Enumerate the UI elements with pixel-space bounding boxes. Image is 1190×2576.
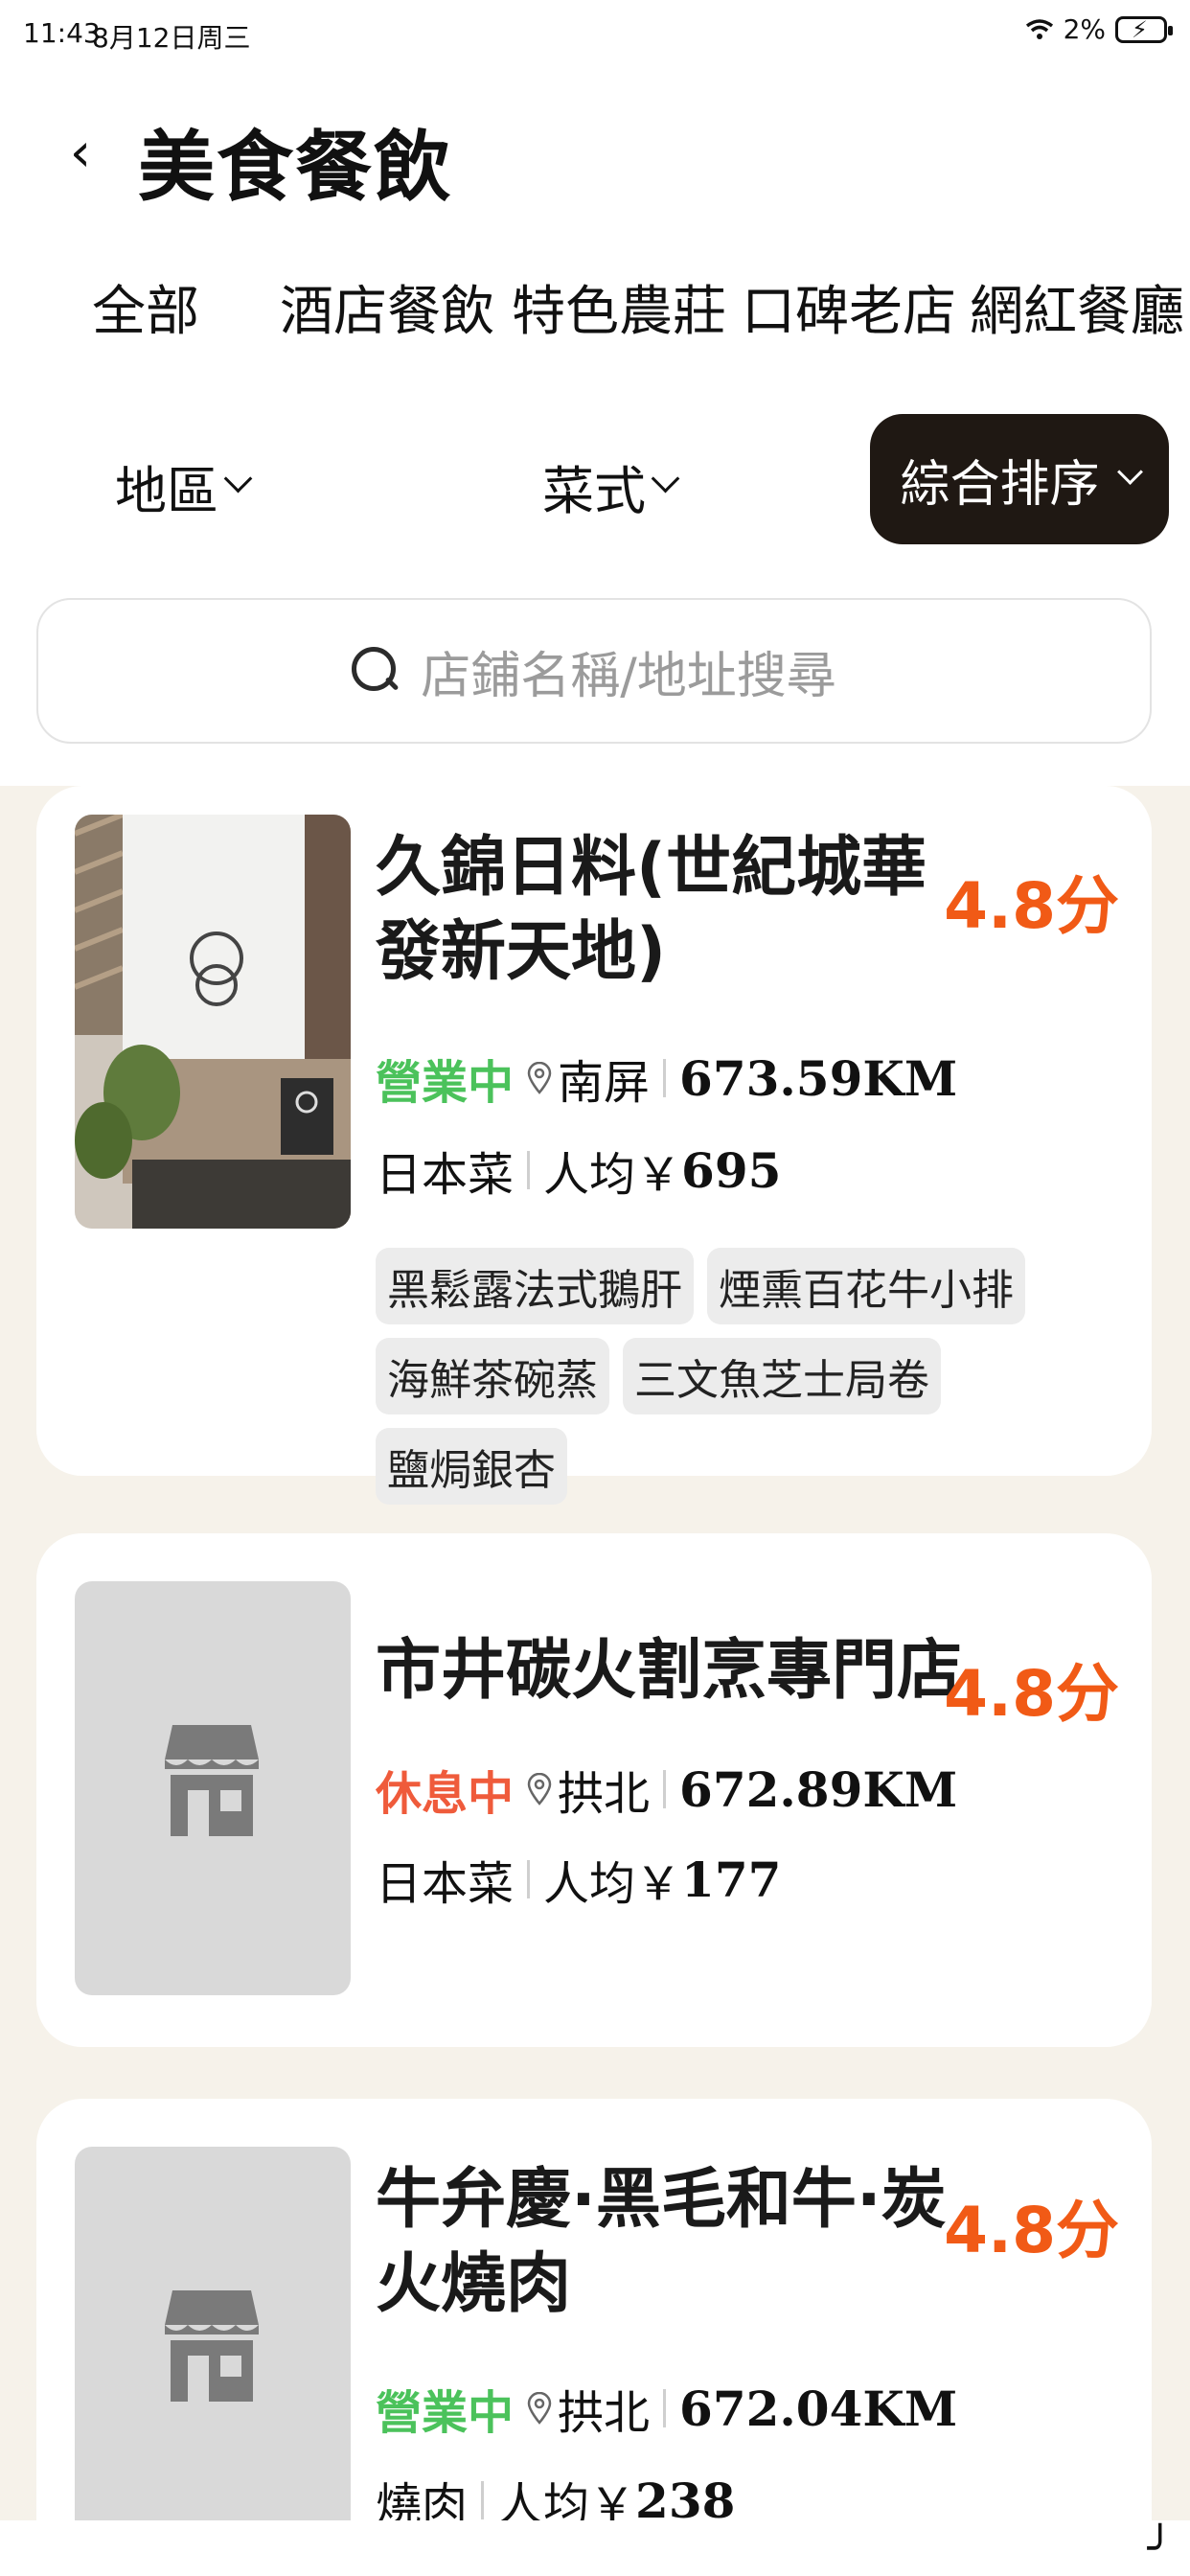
tab-hotel-dining[interactable]: 酒店餐飲 xyxy=(280,268,494,346)
dish-tag: 煙熏百花牛小排 xyxy=(707,1248,1025,1324)
region-filter-label: 地區 xyxy=(115,461,218,521)
divider xyxy=(663,2389,667,2427)
avg-label: 人均￥ xyxy=(543,1857,682,1911)
chevron-down-icon xyxy=(1116,458,1143,485)
category-tabs: 全部 酒店餐飲 特色農莊 口碑老店 網紅餐廳 xyxy=(0,268,1190,345)
divider xyxy=(663,1770,667,1808)
dish-tag: 鹽焗銀杏 xyxy=(376,1428,567,1505)
battery-icon: ⚡ xyxy=(1115,15,1173,43)
area-label: 南屏 xyxy=(558,1056,651,1110)
area-label: 拱北 xyxy=(558,2386,651,2440)
cuisine-label: 日本菜 xyxy=(376,1148,515,1202)
restaurant-meta: 休息中 拱北 672.89KM xyxy=(376,1756,957,1823)
restaurant-name: 久錦日料(世紀城華發新天地) xyxy=(376,830,927,990)
restaurant-price: 日本菜 人均￥ 695 xyxy=(376,1137,781,1204)
divider xyxy=(481,2481,485,2519)
resize-handle-icon: ╯ xyxy=(1147,2524,1174,2573)
cuisine-label: 日本菜 xyxy=(376,1857,515,1911)
avg-label: 人均￥ xyxy=(543,1148,682,1202)
search-input[interactable]: 店鋪名稱/地址搜尋 xyxy=(36,598,1152,744)
status-badge: 休息中 xyxy=(376,1767,515,1821)
dish-tags: 黑鬆露法式鵝肝 煙熏百花牛小排 海鮮茶碗蒸 三文魚芝士局卷 鹽焗銀杏 xyxy=(376,1248,1133,1505)
dish-tag: 三文魚芝士局卷 xyxy=(623,1338,941,1414)
status-date: 8月12日周三 xyxy=(92,22,251,54)
status-bar: 11:43 8月12日周三 2% ⚡ xyxy=(0,0,1190,71)
restaurant-photo-placeholder xyxy=(75,2147,351,2561)
tab-popular[interactable]: 網紅餐廳 xyxy=(970,268,1184,346)
restaurant-meta: 營業中 拱北 672.04KM xyxy=(376,2375,957,2442)
dish-tag: 海鮮茶碗蒸 xyxy=(376,1338,609,1414)
shop-icon xyxy=(165,2290,259,2402)
restaurant-rating: 4.8分 xyxy=(944,2194,1119,2267)
wifi-icon xyxy=(1025,18,1053,39)
restaurant-photo-placeholder xyxy=(75,1581,351,1995)
bottom-bar xyxy=(0,2520,1190,2576)
tab-old-shops[interactable]: 口碑老店 xyxy=(742,268,956,346)
divider xyxy=(527,1151,531,1189)
battery-percent: 2% xyxy=(1063,13,1106,45)
restaurant-meta: 營業中 南屏 673.59KM xyxy=(376,1045,957,1112)
restaurant-price: 日本菜 人均￥ 177 xyxy=(376,1846,781,1913)
tab-farm[interactable]: 特色農莊 xyxy=(512,268,726,346)
status-right: 2% ⚡ xyxy=(1025,13,1173,45)
page-title: 美食餐飲 xyxy=(138,123,452,212)
restaurant-name: 牛弁慶·黑毛和牛·炭火燒肉 xyxy=(376,2162,947,2322)
distance: 672.04KM xyxy=(679,2380,958,2437)
search-placeholder: 店鋪名稱/地址搜尋 xyxy=(421,647,836,705)
dish-tag: 黑鬆露法式鵝肝 xyxy=(376,1248,694,1324)
cuisine-filter-label: 菜式 xyxy=(542,461,646,521)
tab-all[interactable]: 全部 xyxy=(92,268,199,346)
back-button[interactable]: ‹ xyxy=(61,126,100,184)
area-label: 拱北 xyxy=(558,1767,651,1821)
location-pin-icon xyxy=(527,2392,552,2425)
chevron-down-icon xyxy=(651,464,680,494)
restaurant-card[interactable]: 市井碳火割烹專門店 4.8分 休息中 拱北 672.89KM 日本菜 人均￥ 1… xyxy=(36,1533,1152,2047)
restaurant-rating: 4.8分 xyxy=(944,1657,1119,1731)
region-filter[interactable]: 地區 xyxy=(115,448,253,524)
shop-icon xyxy=(165,1725,259,1836)
distance: 672.89KM xyxy=(679,1760,958,1818)
status-time: 11:43 xyxy=(23,17,101,49)
restaurant-name: 市井碳火割烹專門店 xyxy=(376,1633,963,1709)
search-icon xyxy=(352,647,400,695)
restaurant-photo xyxy=(75,815,351,1229)
restaurant-card[interactable]: 久錦日料(世紀城華發新天地) 4.8分 營業中 南屏 673.59KM 日本菜 … xyxy=(36,786,1152,1505)
avg-price: 695 xyxy=(681,1141,782,1199)
location-pin-icon xyxy=(527,1773,552,1806)
sort-button-label: 綜合排序 xyxy=(900,455,1100,514)
restaurant-rating: 4.8分 xyxy=(944,869,1119,943)
status-badge: 營業中 xyxy=(376,1056,515,1110)
restaurant-card[interactable]: 牛弁慶·黑毛和牛·炭火燒肉 4.8分 營業中 拱北 672.04KM 燒肉 人均… xyxy=(36,2099,1152,2576)
location-pin-icon xyxy=(527,1062,552,1094)
cuisine-filter[interactable]: 菜式 xyxy=(542,448,680,524)
distance: 673.59KM xyxy=(679,1049,958,1107)
status-badge: 營業中 xyxy=(376,2386,515,2440)
divider xyxy=(527,1860,531,1898)
avg-price: 177 xyxy=(681,1851,782,1908)
chevron-down-icon xyxy=(223,464,253,494)
sort-button[interactable]: 綜合排序 xyxy=(870,414,1169,544)
divider xyxy=(663,1059,667,1097)
